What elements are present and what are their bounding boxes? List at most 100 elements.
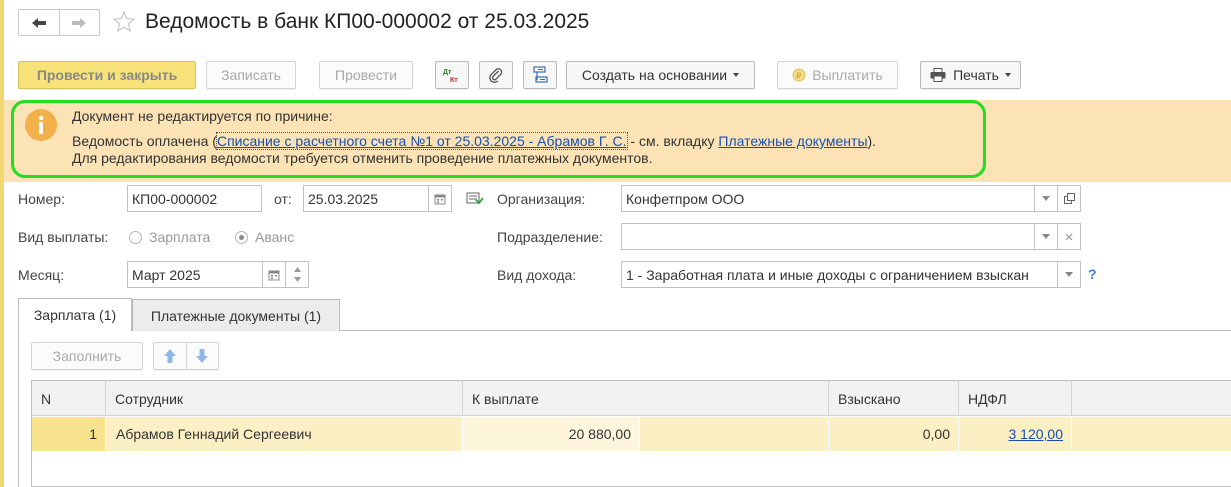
paperclip-icon <box>489 68 503 83</box>
calendar-icon <box>268 270 280 280</box>
document-status-icon[interactable] <box>466 191 484 207</box>
chevron-down-icon <box>293 277 301 282</box>
month-label: Месяц: <box>18 267 65 283</box>
organization-dropdown-button[interactable] <box>1034 185 1058 212</box>
debit-credit-icon: ДтКт <box>443 69 458 84</box>
month-value: Март 2025 <box>132 266 201 283</box>
forward-button[interactable] <box>58 10 100 35</box>
post-and-close-label: Провести и закрыть <box>36 67 178 83</box>
ndfl-link[interactable]: 3 120,00 <box>1009 426 1064 442</box>
income-type-field[interactable]: 1 - Заработная плата и иные доходы с огр… <box>621 261 1058 288</box>
number-field[interactable]: КП00-000002 <box>127 185 262 212</box>
printer-icon <box>930 68 946 82</box>
tab-payment-documents[interactable]: Платежные документы (1) <box>132 299 340 331</box>
left-accent-bar <box>0 0 4 487</box>
column-header-recovered[interactable]: Взыскано <box>829 381 959 416</box>
open-window-icon <box>1063 193 1075 204</box>
favorite-star-icon[interactable] <box>112 10 136 34</box>
chevron-down-icon <box>1042 234 1050 239</box>
info-instruction: Для редактирования ведомости требуется о… <box>72 150 653 166</box>
month-stepper[interactable] <box>285 261 309 288</box>
post-and-close-button[interactable]: Провести и закрыть <box>18 61 196 89</box>
print-label: Печать <box>953 67 999 83</box>
move-up-button[interactable] <box>154 343 187 369</box>
tab-payment-documents-label: Платежные документы (1) <box>150 307 322 324</box>
tab-salary-label: Зарплата (1) <box>33 307 117 323</box>
department-label: Подразделение: <box>497 229 603 245</box>
fill-button[interactable]: Заполнить <box>31 342 143 370</box>
date-picker-button[interactable] <box>428 185 452 212</box>
post-label: Провести <box>335 67 397 83</box>
info-paid-mid: - см. вкладку <box>626 133 719 149</box>
move-buttons <box>153 342 219 370</box>
table-header: N Сотрудник К выплате Взыскано НДФЛ <box>32 381 1231 416</box>
post-button[interactable]: Провести <box>319 61 413 89</box>
advance-option-label: Аванс <box>255 229 295 245</box>
payment-document-link[interactable]: Списание с расчетного счета №1 от 25.03.… <box>215 132 628 150</box>
fill-label: Заполнить <box>52 348 122 364</box>
column-header-employee[interactable]: Сотрудник <box>106 381 463 416</box>
help-icon[interactable]: ? <box>1088 266 1097 282</box>
payment-docs-tab-link[interactable]: Платежные документы <box>718 133 867 149</box>
svg-text:Кт: Кт <box>450 77 458 84</box>
date-field[interactable]: 25.03.2025 <box>303 185 429 212</box>
save-button[interactable]: Записать <box>206 61 296 89</box>
organization-open-button[interactable] <box>1057 185 1081 212</box>
save-label: Записать <box>221 67 281 83</box>
print-button[interactable]: Печать <box>920 61 1021 89</box>
income-type-dropdown-button[interactable] <box>1057 261 1081 288</box>
pay-label: Выплатить <box>812 67 883 83</box>
info-reason-heading: Документ не редактируется по причине: <box>72 108 333 124</box>
month-picker-button[interactable] <box>262 261 286 288</box>
info-paid-prefix: Ведомость оплачена ( <box>72 133 217 149</box>
income-type-value: 1 - Заработная плата и иные доходы с огр… <box>626 266 1029 283</box>
info-paid-suffix: ). <box>867 133 877 149</box>
month-field[interactable]: Март 2025 <box>127 261 263 288</box>
svg-text:₽: ₽ <box>797 71 802 80</box>
income-type-label: Вид дохода: <box>497 267 577 283</box>
payroll-table: N Сотрудник К выплате Взыскано НДФЛ 1 Аб… <box>31 380 1231 487</box>
move-down-button[interactable] <box>187 343 219 369</box>
cell-n: 1 <box>32 417 106 451</box>
back-button[interactable] <box>19 10 59 35</box>
attach-button[interactable] <box>479 61 513 89</box>
cell-empty <box>640 417 829 451</box>
tab-salary[interactable]: Зарплата (1) <box>18 298 132 331</box>
pay-button[interactable]: ₽ Выплатить <box>777 61 898 89</box>
hierarchy-icon <box>533 66 548 83</box>
cell-ndfl[interactable]: 3 120,00 <box>959 417 1072 451</box>
arrow-right-icon <box>72 17 87 28</box>
number-label: Номер: <box>18 191 65 207</box>
radio-selected-icon <box>235 230 248 244</box>
arrow-up-icon <box>163 349 176 363</box>
department-field[interactable] <box>621 223 1035 250</box>
close-icon <box>1065 233 1073 240</box>
payment-type-salary-radio[interactable]: Зарплата <box>129 228 210 246</box>
department-clear-button[interactable] <box>1057 223 1081 250</box>
radio-empty-icon <box>129 230 142 244</box>
calendar-icon <box>434 194 446 204</box>
cell-to-pay[interactable]: 20 880,00 <box>463 417 640 451</box>
structure-button[interactable] <box>523 61 557 89</box>
table-row[interactable]: 1 Абрамов Геннадий Сергеевич 20 880,00 0… <box>32 417 1231 451</box>
cell-employee[interactable]: Абрамов Геннадий Сергеевич <box>106 417 463 451</box>
cell-recovered[interactable]: 0,00 <box>829 417 959 451</box>
arrow-left-icon <box>31 17 46 28</box>
coin-icon: ₽ <box>792 68 806 82</box>
info-paid-line: Ведомость оплачена (Списание с расчетног… <box>72 132 877 150</box>
chevron-down-icon <box>1065 272 1073 277</box>
column-header-to-pay[interactable]: К выплате <box>463 381 829 416</box>
column-header-ndfl[interactable]: НДФЛ <box>959 381 1072 416</box>
organization-field[interactable]: Конфетпром ООО <box>621 185 1035 212</box>
nav-buttons <box>18 9 100 36</box>
info-icon <box>24 108 58 142</box>
dt-kt-button[interactable]: Дт Кт <box>435 61 469 89</box>
payment-type-advance-radio[interactable]: Аванс <box>235 228 294 246</box>
create-based-on-button[interactable]: Создать на основании <box>566 61 755 89</box>
department-dropdown-button[interactable] <box>1034 223 1058 250</box>
chevron-down-icon <box>1004 73 1011 77</box>
salary-option-label: Зарплата <box>149 229 211 245</box>
column-header-n[interactable]: N <box>32 381 106 416</box>
payment-type-label: Вид выплаты: <box>18 229 109 245</box>
number-value: КП00-000002 <box>132 190 218 207</box>
